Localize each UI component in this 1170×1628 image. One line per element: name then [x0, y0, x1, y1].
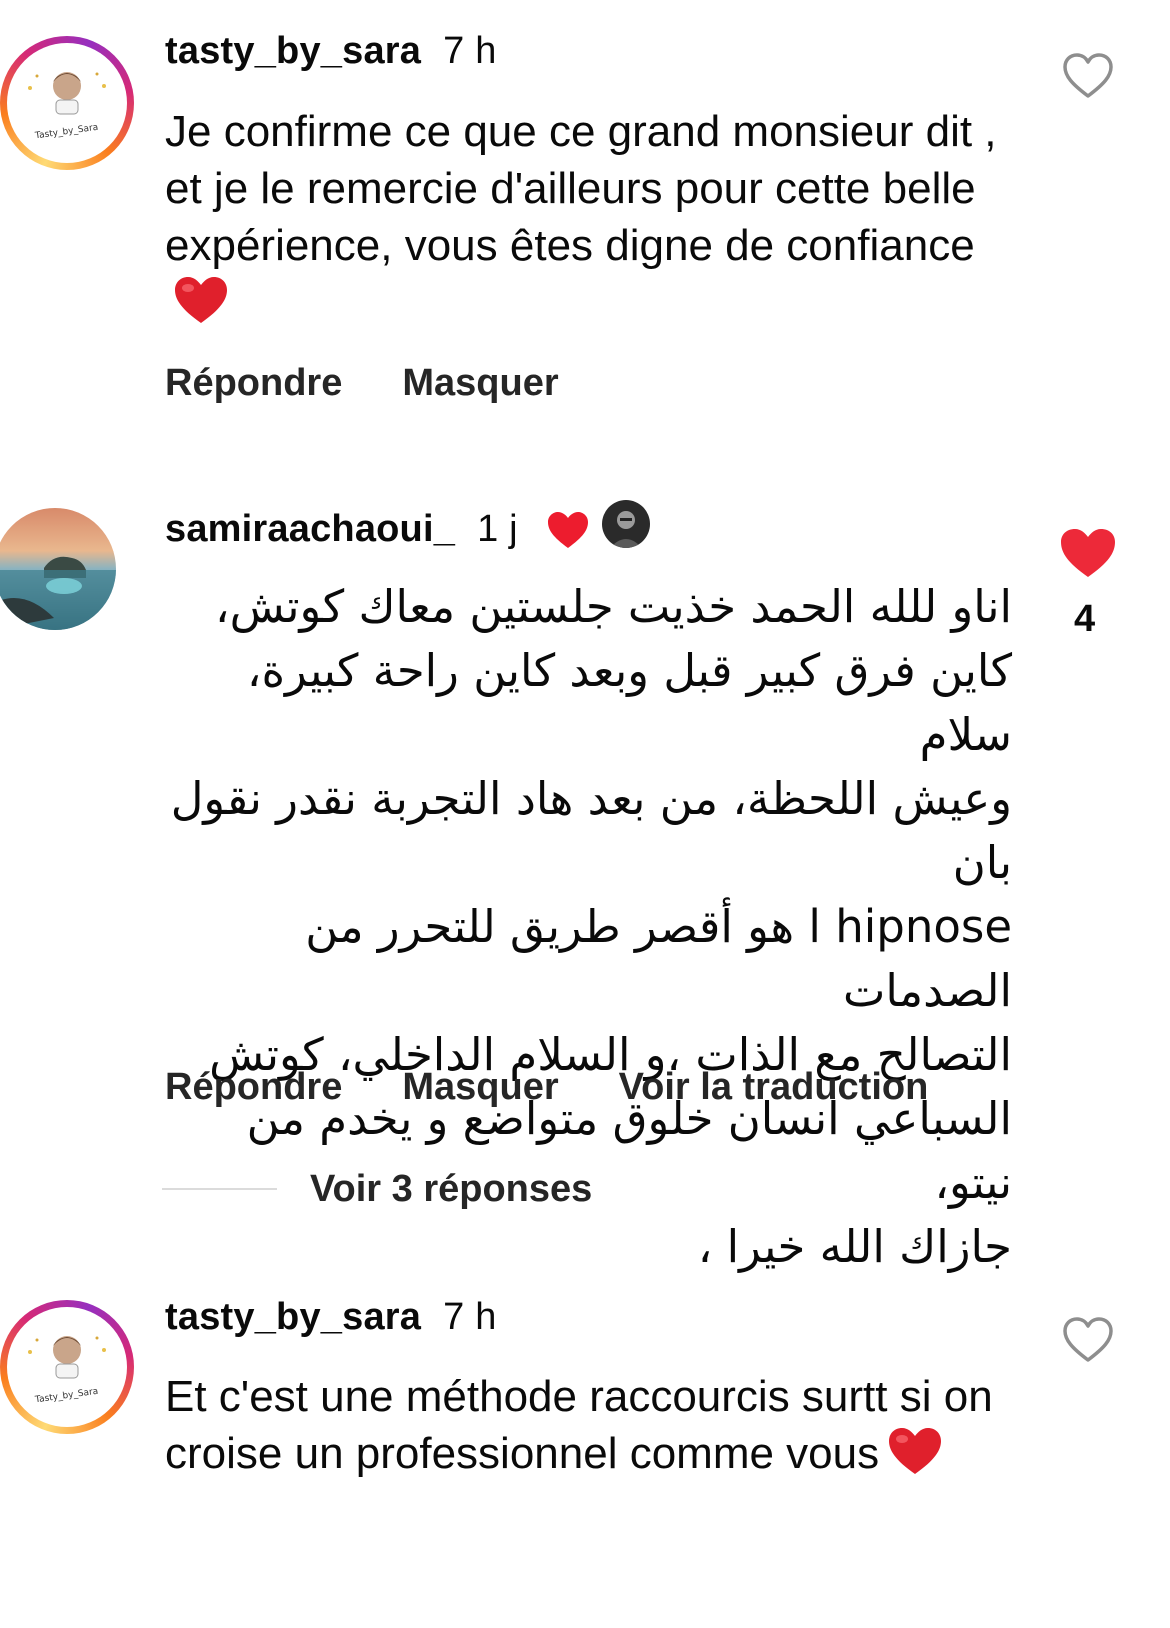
red-heart-emoji-icon	[889, 1428, 942, 1474]
username-text[interactable]: tasty_by_sara	[165, 30, 421, 72]
comment-text: Et c'est une méthode raccourcis surtt si…	[165, 1372, 993, 1478]
comment-timestamp: 1 j	[477, 508, 518, 550]
profile-picture	[0, 508, 116, 630]
username-text[interactable]: tasty_by_sara	[165, 1296, 421, 1338]
red-heart-emoji-icon	[175, 277, 227, 323]
like-heart-icon[interactable]	[1062, 1316, 1114, 1364]
view-replies-button[interactable]: Voir 3 réponses	[310, 1168, 592, 1211]
comment-timestamp: 7 h	[443, 30, 497, 72]
comment-username[interactable]: tasty_by_sara 7 h	[165, 30, 497, 73]
username-text[interactable]: samiraachaoui_	[165, 508, 455, 550]
comment-text: Je confirme ce que ce grand monsieur dit…	[165, 103, 1015, 331]
comment-actions: Répondre Masquer Voir la traduction	[165, 1066, 988, 1109]
profile-picture: Tasty_by_Sara	[15, 51, 119, 155]
comment-username[interactable]: samiraachaoui_ 1 j	[165, 508, 518, 551]
like-heart-icon[interactable]	[1062, 52, 1114, 100]
like-count: 4	[1074, 598, 1096, 640]
profile-picture: Tasty_by_Sara	[15, 1315, 119, 1419]
hide-button[interactable]: Masquer	[402, 362, 558, 404]
avatar[interactable]	[0, 508, 116, 630]
liked-heart-icon[interactable]	[1058, 526, 1118, 580]
reply-button[interactable]: Répondre	[165, 362, 342, 404]
comment-actions: Répondre Masquer	[165, 362, 619, 405]
comment-username[interactable]: tasty_by_sara 7 h	[165, 1296, 497, 1339]
avatar[interactable]: Tasty_by_Sara	[0, 1300, 134, 1434]
creator-liked-heart-icon	[548, 512, 588, 548]
avatar[interactable]: Tasty_by_Sara	[0, 36, 134, 170]
comment-timestamp: 7 h	[443, 1296, 497, 1338]
hide-button[interactable]: Masquer	[402, 1066, 558, 1108]
reply-button[interactable]: Répondre	[165, 1066, 342, 1108]
creator-avatar	[602, 500, 650, 548]
see-translation-button[interactable]: Voir la traduction	[619, 1066, 929, 1108]
replies-divider	[162, 1188, 277, 1190]
